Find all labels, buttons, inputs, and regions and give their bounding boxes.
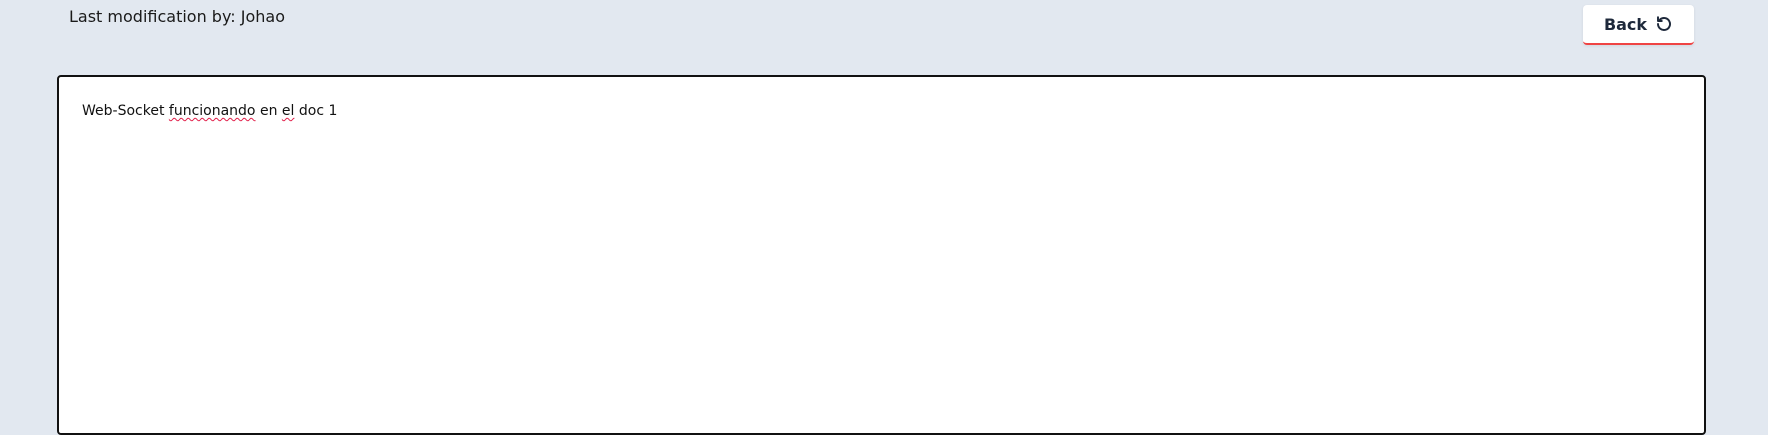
misspelled-word[interactable]: funcionando [169,103,256,119]
content-word: en [259,103,278,119]
back-button[interactable]: Back [1583,5,1694,45]
last-modification-prefix: Last modification by: [69,7,241,26]
content-word: Web-Socket [82,103,165,119]
undo-icon [1655,15,1673,33]
misspelled-word[interactable]: el [282,103,295,119]
last-modification-label: Last modification by: Johao [69,7,285,26]
document-editor[interactable]: Web-Socket funcionando en el doc 1 [57,75,1706,435]
back-button-label: Back [1603,14,1648,34]
content-word: 1 [328,103,338,119]
last-modification-user: Johao [240,7,285,26]
content-word: doc [298,103,325,119]
document-content[interactable]: Web-Socket funcionando en el doc 1 [82,103,337,119]
